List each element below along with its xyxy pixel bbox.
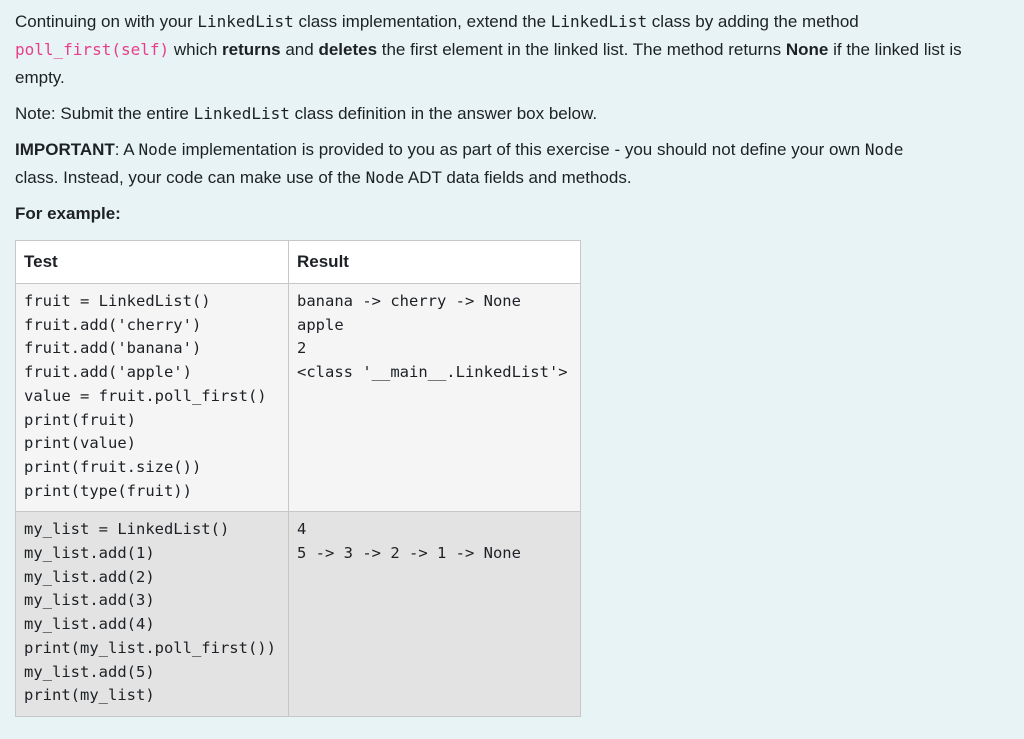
- test-code: my_list = LinkedList() my_list.add(1) my…: [24, 520, 276, 705]
- text: class. Instead, your code can make use o…: [15, 168, 366, 187]
- header-result: Result: [288, 240, 581, 284]
- question-paragraph-3: IMPORTANT: A Node implementation is prov…: [15, 136, 1015, 192]
- text: Note: Submit the entire: [15, 104, 194, 123]
- test-cell: fruit = LinkedList() fruit.add('cherry')…: [15, 282, 289, 513]
- table-row: my_list = LinkedList() my_list.add(1) my…: [15, 511, 581, 717]
- text: class by adding the method: [647, 12, 859, 31]
- text: class definition in the answer box below…: [289, 104, 598, 123]
- examples-table: Test Result fruit = LinkedList() fruit.a…: [15, 240, 581, 717]
- bold-for-example: For example:: [15, 204, 121, 223]
- code-poll-first: poll_first(self): [15, 40, 170, 59]
- test-cell: my_list = LinkedList() my_list.add(1) my…: [15, 511, 289, 717]
- code-node: Node: [864, 140, 904, 159]
- text: class implementation, extend the: [293, 12, 551, 31]
- result-cell: banana -> cherry -> None apple 2 <class …: [288, 282, 581, 513]
- code-node: Node: [138, 140, 177, 159]
- bold-important: IMPORTANT: [15, 140, 115, 159]
- bold-none: None: [785, 40, 829, 59]
- table-header-row: Test Result: [15, 240, 581, 284]
- text: ADT data fields and methods.: [404, 168, 632, 187]
- code-linkedlist: LinkedList: [550, 12, 648, 31]
- text: and: [280, 40, 319, 59]
- question-paragraph-2: Note: Submit the entire LinkedList class…: [15, 100, 1015, 128]
- result-cell: 4 5 -> 3 -> 2 -> 1 -> None: [288, 511, 581, 717]
- text: which: [169, 40, 223, 59]
- for-example-label: For example:: [15, 200, 1015, 228]
- text: : A: [114, 140, 139, 159]
- result-output: banana -> cherry -> None apple 2 <class …: [297, 292, 568, 382]
- bold-deletes: deletes: [318, 40, 378, 59]
- text: implementation is provided to you as par…: [176, 140, 865, 159]
- code-linkedlist: LinkedList: [193, 104, 290, 123]
- question-text: Continuing on with your LinkedList class…: [15, 8, 1015, 717]
- bold-returns: returns: [222, 40, 281, 59]
- code-linkedlist: LinkedList: [197, 12, 294, 31]
- question-paragraph-1: Continuing on with your LinkedList class…: [15, 8, 1015, 92]
- result-output: 4 5 -> 3 -> 2 -> 1 -> None: [297, 520, 521, 563]
- test-code: fruit = LinkedList() fruit.add('cherry')…: [24, 292, 267, 500]
- text: the first element in the linked list. Th…: [377, 40, 786, 59]
- text: Continuing on with your: [15, 12, 198, 31]
- code-node: Node: [365, 168, 405, 187]
- table-row: fruit = LinkedList() fruit.add('cherry')…: [15, 282, 581, 513]
- header-test: Test: [15, 240, 289, 284]
